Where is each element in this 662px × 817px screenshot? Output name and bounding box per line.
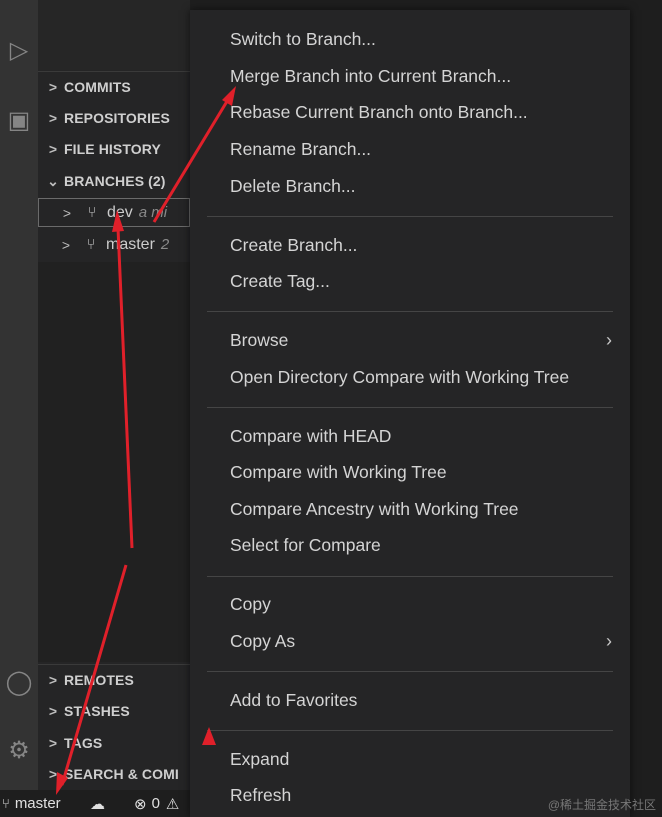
section-label: REPOSITORIES bbox=[64, 110, 170, 126]
chevron-down-icon: ⌄ bbox=[47, 172, 59, 189]
menu-item[interactable]: Create Branch... bbox=[190, 228, 630, 262]
menu-item[interactable]: Compare with HEAD bbox=[190, 419, 630, 453]
section-remotes[interactable]: > REMOTES bbox=[38, 664, 190, 695]
section-label: BRANCHES (2) bbox=[64, 173, 166, 189]
menu-item[interactable]: Expand bbox=[190, 742, 630, 776]
chevron-right-icon: > bbox=[48, 110, 58, 126]
sync-button[interactable]: ☁ bbox=[90, 790, 105, 817]
menu-item[interactable]: Merge Branch into Current Branch... bbox=[190, 59, 630, 93]
branch-description: 2 bbox=[160, 236, 170, 253]
chevron-right-icon: > bbox=[61, 236, 71, 253]
branch-name: master bbox=[106, 235, 155, 253]
chevron-right-icon: > bbox=[48, 672, 58, 688]
account-icon[interactable]: ◯ bbox=[0, 668, 38, 697]
chevron-right-icon: > bbox=[48, 141, 58, 157]
activity-bar: ▷ ▣ ◯ ⚙ bbox=[0, 0, 38, 790]
status-branch-label: master bbox=[14, 795, 61, 812]
git-branch-icon: ⑂ bbox=[87, 204, 97, 221]
menu-item-label: Add to Favorites bbox=[230, 689, 358, 710]
menu-separator bbox=[207, 671, 613, 672]
menu-item-label: Expand bbox=[230, 748, 290, 769]
menu-separator bbox=[207, 576, 613, 577]
chevron-right-icon: > bbox=[48, 79, 58, 95]
gitlens-sidebar: > COMMITS > REPOSITORIES > FILE HISTORY … bbox=[38, 0, 190, 790]
chevron-right-icon: > bbox=[48, 703, 58, 719]
menu-item[interactable]: Copy bbox=[190, 587, 630, 621]
menu-item[interactable]: Open Directory Compare with Working Tree bbox=[190, 360, 630, 394]
menu-item-label: Delete Branch... bbox=[230, 175, 356, 196]
menu-separator bbox=[207, 730, 613, 731]
menu-item[interactable]: Compare Ancestry with Working Tree bbox=[190, 492, 630, 526]
menu-item[interactable]: Copy As › bbox=[190, 624, 630, 658]
section-file-history[interactable]: > FILE HISTORY bbox=[38, 134, 190, 164]
section-label: STASHES bbox=[64, 703, 130, 719]
menu-item-label: Browse bbox=[230, 329, 289, 350]
status-branch[interactable]: ⑂ master bbox=[2, 790, 61, 817]
sidebar-header-area bbox=[38, 0, 190, 70]
menu-item-label: Compare Ancestry with Working Tree bbox=[230, 498, 519, 519]
run-debug-icon[interactable]: ▷ bbox=[0, 36, 38, 65]
menu-item-label: Open Directory Compare with Working Tree bbox=[230, 366, 570, 387]
section-repositories[interactable]: > REPOSITORIES bbox=[38, 103, 190, 133]
menu-item-label: Rename Branch... bbox=[230, 138, 372, 159]
menu-item[interactable]: Create Tag... bbox=[190, 264, 630, 298]
watermark: @稀土掘金技术社区 bbox=[547, 798, 656, 812]
menu-item[interactable]: Browse › bbox=[190, 323, 630, 357]
menu-item-label: Compare with Working Tree bbox=[230, 461, 447, 482]
menu-item-label: Compare with HEAD bbox=[230, 425, 392, 446]
section-label: FILE HISTORY bbox=[64, 141, 161, 157]
branch-description: a mi bbox=[138, 204, 168, 221]
menu-separator bbox=[207, 216, 613, 217]
extensions-icon[interactable]: ▣ bbox=[0, 106, 38, 135]
section-label: TAGS bbox=[64, 735, 103, 751]
menu-item[interactable]: Select for Compare bbox=[190, 528, 630, 562]
cloud-upload-icon: ☁ bbox=[90, 795, 105, 813]
section-branches[interactable]: ⌄ BRANCHES (2) bbox=[38, 166, 190, 196]
chevron-right-icon: › bbox=[606, 329, 612, 350]
section-label: SEARCH & COMI bbox=[64, 766, 179, 782]
git-branch-icon: ⑂ bbox=[2, 796, 10, 811]
problems-indicator[interactable]: ⊗ 0 ⚠ bbox=[134, 790, 179, 817]
menu-separator bbox=[207, 311, 613, 312]
menu-item[interactable]: Compare with Working Tree bbox=[190, 455, 630, 489]
menu-item[interactable]: Delete Branch... bbox=[190, 169, 630, 203]
git-branch-icon: ⑂ bbox=[86, 236, 96, 253]
sidebar-empty-area bbox=[38, 262, 190, 662]
menu-separator bbox=[207, 407, 613, 408]
branch-name: dev bbox=[107, 203, 133, 221]
menu-item[interactable]: Switch to Branch... bbox=[190, 22, 630, 56]
branch-item-master[interactable]: > ⑂ master 2 bbox=[38, 230, 190, 259]
menu-item-label: Rebase Current Branch onto Branch... bbox=[230, 101, 528, 122]
warning-icon: ⚠ bbox=[165, 795, 180, 813]
settings-gear-icon[interactable]: ⚙ bbox=[0, 736, 38, 765]
section-label: COMMITS bbox=[64, 79, 131, 95]
menu-item-label: Create Branch... bbox=[230, 234, 358, 255]
error-count: 0 bbox=[151, 795, 160, 812]
menu-item-label: Copy bbox=[230, 593, 271, 614]
error-icon: ⊗ bbox=[134, 795, 147, 813]
menu-item[interactable]: Rename Branch... bbox=[190, 132, 630, 166]
menu-item[interactable]: Add to Favorites bbox=[190, 683, 630, 717]
chevron-right-icon: > bbox=[48, 735, 58, 751]
menu-item-label: Refresh bbox=[230, 784, 292, 805]
menu-item-label: Create Tag... bbox=[230, 270, 330, 291]
chevron-right-icon: > bbox=[48, 766, 58, 782]
branch-item-dev[interactable]: > ⑂ dev a mi bbox=[38, 198, 190, 227]
section-search-compare[interactable]: > SEARCH & COMI bbox=[38, 759, 190, 789]
chevron-right-icon: › bbox=[606, 630, 612, 651]
section-commits[interactable]: > COMMITS bbox=[38, 71, 190, 102]
menu-item-label: Select for Compare bbox=[230, 534, 381, 555]
menu-item-label: Copy As bbox=[230, 630, 296, 651]
menu-item-label: Switch to Branch... bbox=[230, 28, 376, 49]
section-stashes[interactable]: > STASHES bbox=[38, 696, 190, 726]
chevron-right-icon: > bbox=[62, 204, 72, 221]
context-menu: Switch to Branch... Merge Branch into Cur… bbox=[190, 10, 630, 817]
menu-item[interactable]: Rebase Current Branch onto Branch... bbox=[190, 95, 630, 129]
menu-item-label: Merge Branch into Current Branch... bbox=[230, 65, 512, 86]
section-tags[interactable]: > TAGS bbox=[38, 728, 190, 758]
section-label: REMOTES bbox=[64, 672, 134, 688]
